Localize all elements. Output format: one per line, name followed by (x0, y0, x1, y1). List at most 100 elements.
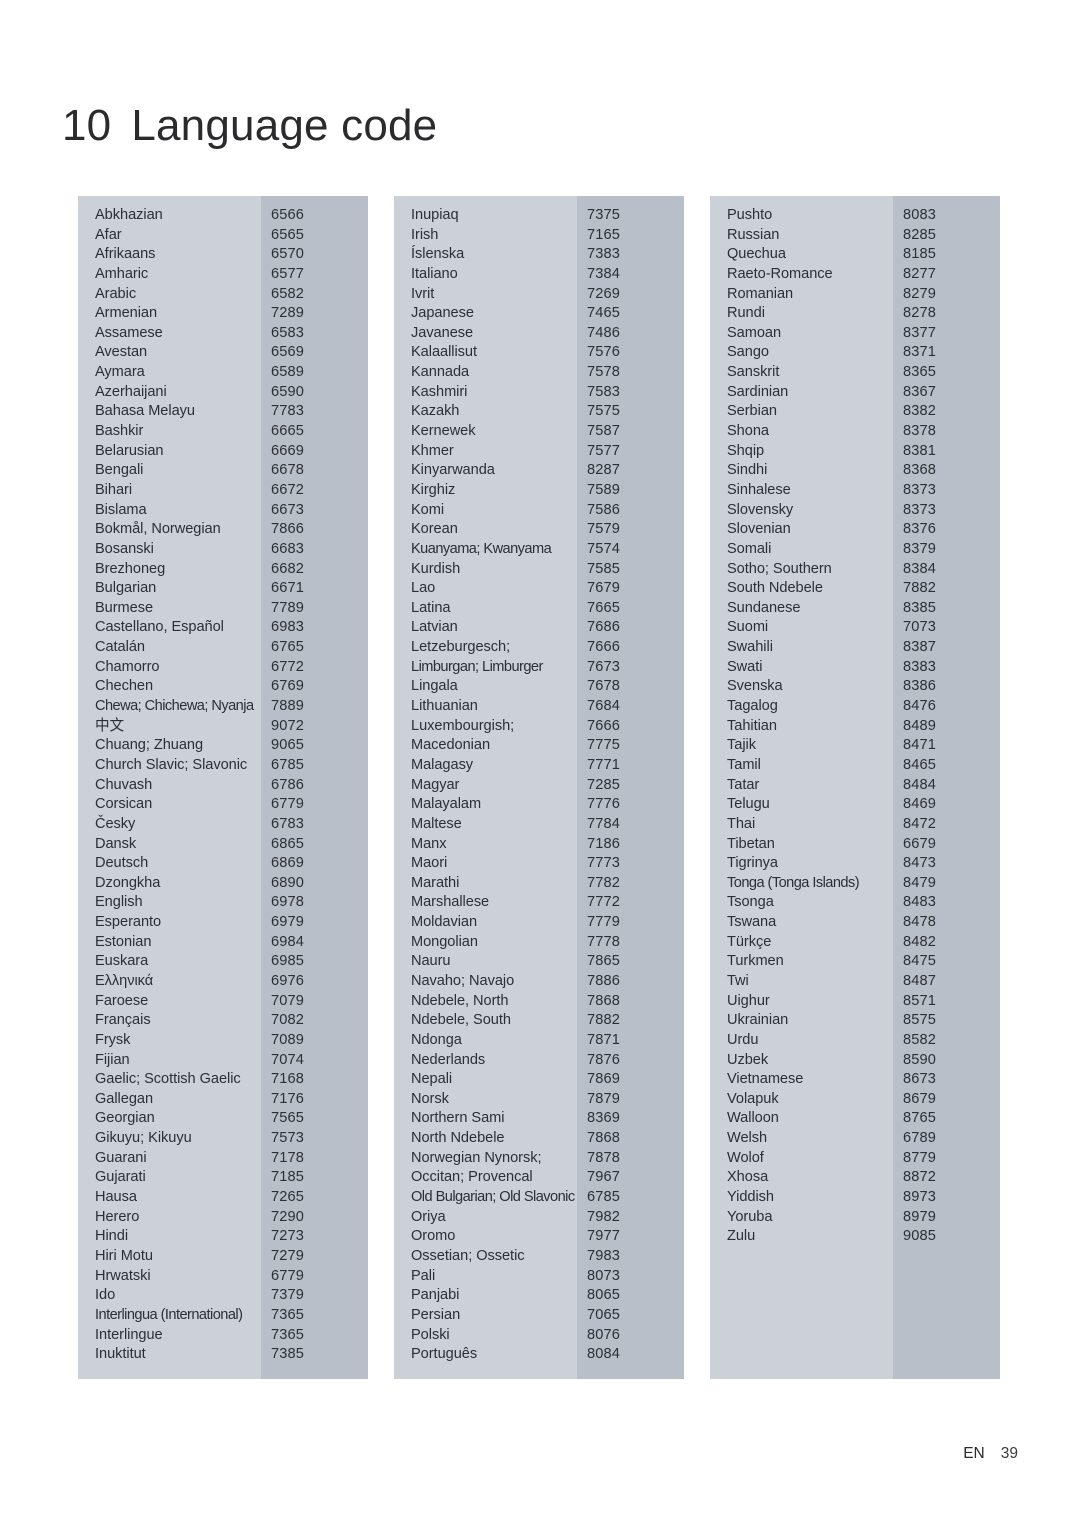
language-name: Kuanyama; Kwanyama (411, 540, 552, 557)
language-name: Bosanski (95, 540, 154, 557)
language-name: Malagasy (411, 756, 474, 773)
language-name: Corsican (95, 796, 153, 813)
language-code: 8384 (903, 560, 937, 577)
language-code: 7983 (587, 1247, 621, 1264)
language-name: Swahili (727, 639, 773, 656)
language-code: 8582 (903, 1031, 937, 1048)
language-name: Chamorro (95, 658, 160, 675)
language-code: 6984 (271, 933, 305, 950)
language-code: 6789 (903, 1130, 937, 1147)
language-code: 7279 (271, 1247, 305, 1264)
language-code: 7871 (587, 1031, 621, 1048)
language-name: Panjabi (411, 1287, 460, 1304)
language-name: Maori (411, 855, 448, 872)
language-name: Old Bulgarian; Old Slavonic (411, 1189, 575, 1206)
language-name: Zulu (727, 1228, 756, 1245)
language-name: Hausa (95, 1189, 137, 1206)
language-code: 8471 (903, 737, 937, 754)
language-code: 7882 (903, 580, 937, 597)
language-code: 7686 (587, 619, 621, 636)
language-name: Dansk (95, 835, 137, 852)
language-name: Ndonga (411, 1031, 462, 1048)
language-name: Tagalog (727, 698, 778, 715)
language-code: 6785 (587, 1189, 621, 1206)
language-name: Kinyarwanda (411, 462, 495, 479)
language-name-column: Pushto Russian Quechua Raeto-Romance Romania… (710, 196, 893, 1379)
language-name: Kazakh (411, 403, 460, 420)
language-name: Marshallese (411, 894, 490, 911)
language-code: 6565 (271, 226, 305, 243)
language-name: Khmer (411, 442, 454, 459)
language-name: Urdu (727, 1031, 759, 1048)
language-name: Ivrit (411, 285, 435, 302)
language-name: Azerhaijani (95, 383, 167, 400)
language-code: 6772 (271, 658, 305, 675)
language-code: 7967 (587, 1169, 621, 1186)
language-code: 6682 (271, 560, 305, 577)
language-name: Polski (411, 1326, 450, 1343)
language-name: Navaho; Navajo (411, 972, 515, 989)
language-code: 7185 (271, 1169, 305, 1186)
language-code: 7385 (271, 1346, 305, 1363)
language-code: 8376 (903, 521, 937, 538)
language-code: 7789 (271, 599, 305, 616)
language-code: 6785 (271, 756, 305, 773)
language-name: Tamil (727, 756, 761, 773)
language-code: 8479 (903, 874, 937, 891)
language-code: 6978 (271, 894, 305, 911)
language-name: Kalaallisut (411, 344, 477, 361)
language-code: 8379 (903, 540, 937, 557)
language-code: 8278 (903, 305, 937, 322)
language-name: Twi (727, 972, 749, 989)
language-code: 6589 (271, 364, 305, 381)
language-name: Deutsch (95, 855, 149, 872)
language-name: Gikuyu; Kikuyu (95, 1130, 192, 1147)
language-name: Brezhoneg (95, 560, 166, 577)
language-name: Hrwatski (95, 1267, 151, 1284)
language-code: 6577 (271, 265, 305, 282)
language-name: Javanese (411, 324, 474, 341)
language-code: 8073 (587, 1267, 621, 1284)
language-code-column: 6566 6565 6570 6577 6582 7289 6583 6569 6589 6590… (261, 196, 368, 1379)
language-code: 6890 (271, 874, 305, 891)
language-code: 7079 (271, 992, 305, 1009)
language-code: 7273 (271, 1228, 305, 1245)
language-name: Chechen (95, 678, 154, 695)
language-name: Uighur (727, 992, 770, 1009)
language-code: 6672 (271, 481, 305, 498)
language-name: Afrikaans (95, 246, 156, 263)
language-name: Bengali (95, 462, 144, 479)
language-name: South Ndebele (727, 580, 823, 597)
language-code: 7486 (587, 324, 621, 341)
language-code: 7868 (587, 1130, 621, 1147)
language-code: 8367 (903, 383, 937, 400)
language-code: 8590 (903, 1051, 937, 1068)
language-name: Français (95, 1012, 151, 1029)
language-name: Euskara (95, 953, 149, 970)
language-code: 6869 (271, 855, 305, 872)
language-name: Marathi (411, 874, 460, 891)
language-code: 8487 (903, 972, 937, 989)
language-code: 8373 (903, 501, 937, 518)
language-code: 7865 (587, 953, 621, 970)
language-code: 7579 (587, 521, 621, 538)
language-name: Oriya (411, 1208, 446, 1225)
language-code: 7176 (271, 1090, 305, 1107)
language-name: Tibetan (727, 835, 775, 852)
language-code: 6569 (271, 344, 305, 361)
language-name: Telugu (727, 796, 770, 813)
language-code: 8084 (587, 1346, 621, 1363)
language-code: 6583 (271, 324, 305, 341)
language-code: 9065 (271, 737, 305, 754)
code-panel-column-2: Inupiaq Irish Íslenska Italiano Ivrit Japanes… (394, 196, 684, 1379)
language-name: Shona (727, 423, 769, 440)
language-name: Pushto (727, 207, 773, 223)
language-code: 7575 (587, 403, 621, 420)
language-code: 8673 (903, 1071, 937, 1088)
language-code: 8979 (903, 1208, 937, 1225)
language-code: 7384 (587, 265, 621, 282)
footer-page-number: 39 (1000, 1445, 1018, 1462)
language-name: Japanese (411, 305, 474, 322)
language-code: 8371 (903, 344, 937, 361)
language-code: 8373 (903, 481, 937, 498)
